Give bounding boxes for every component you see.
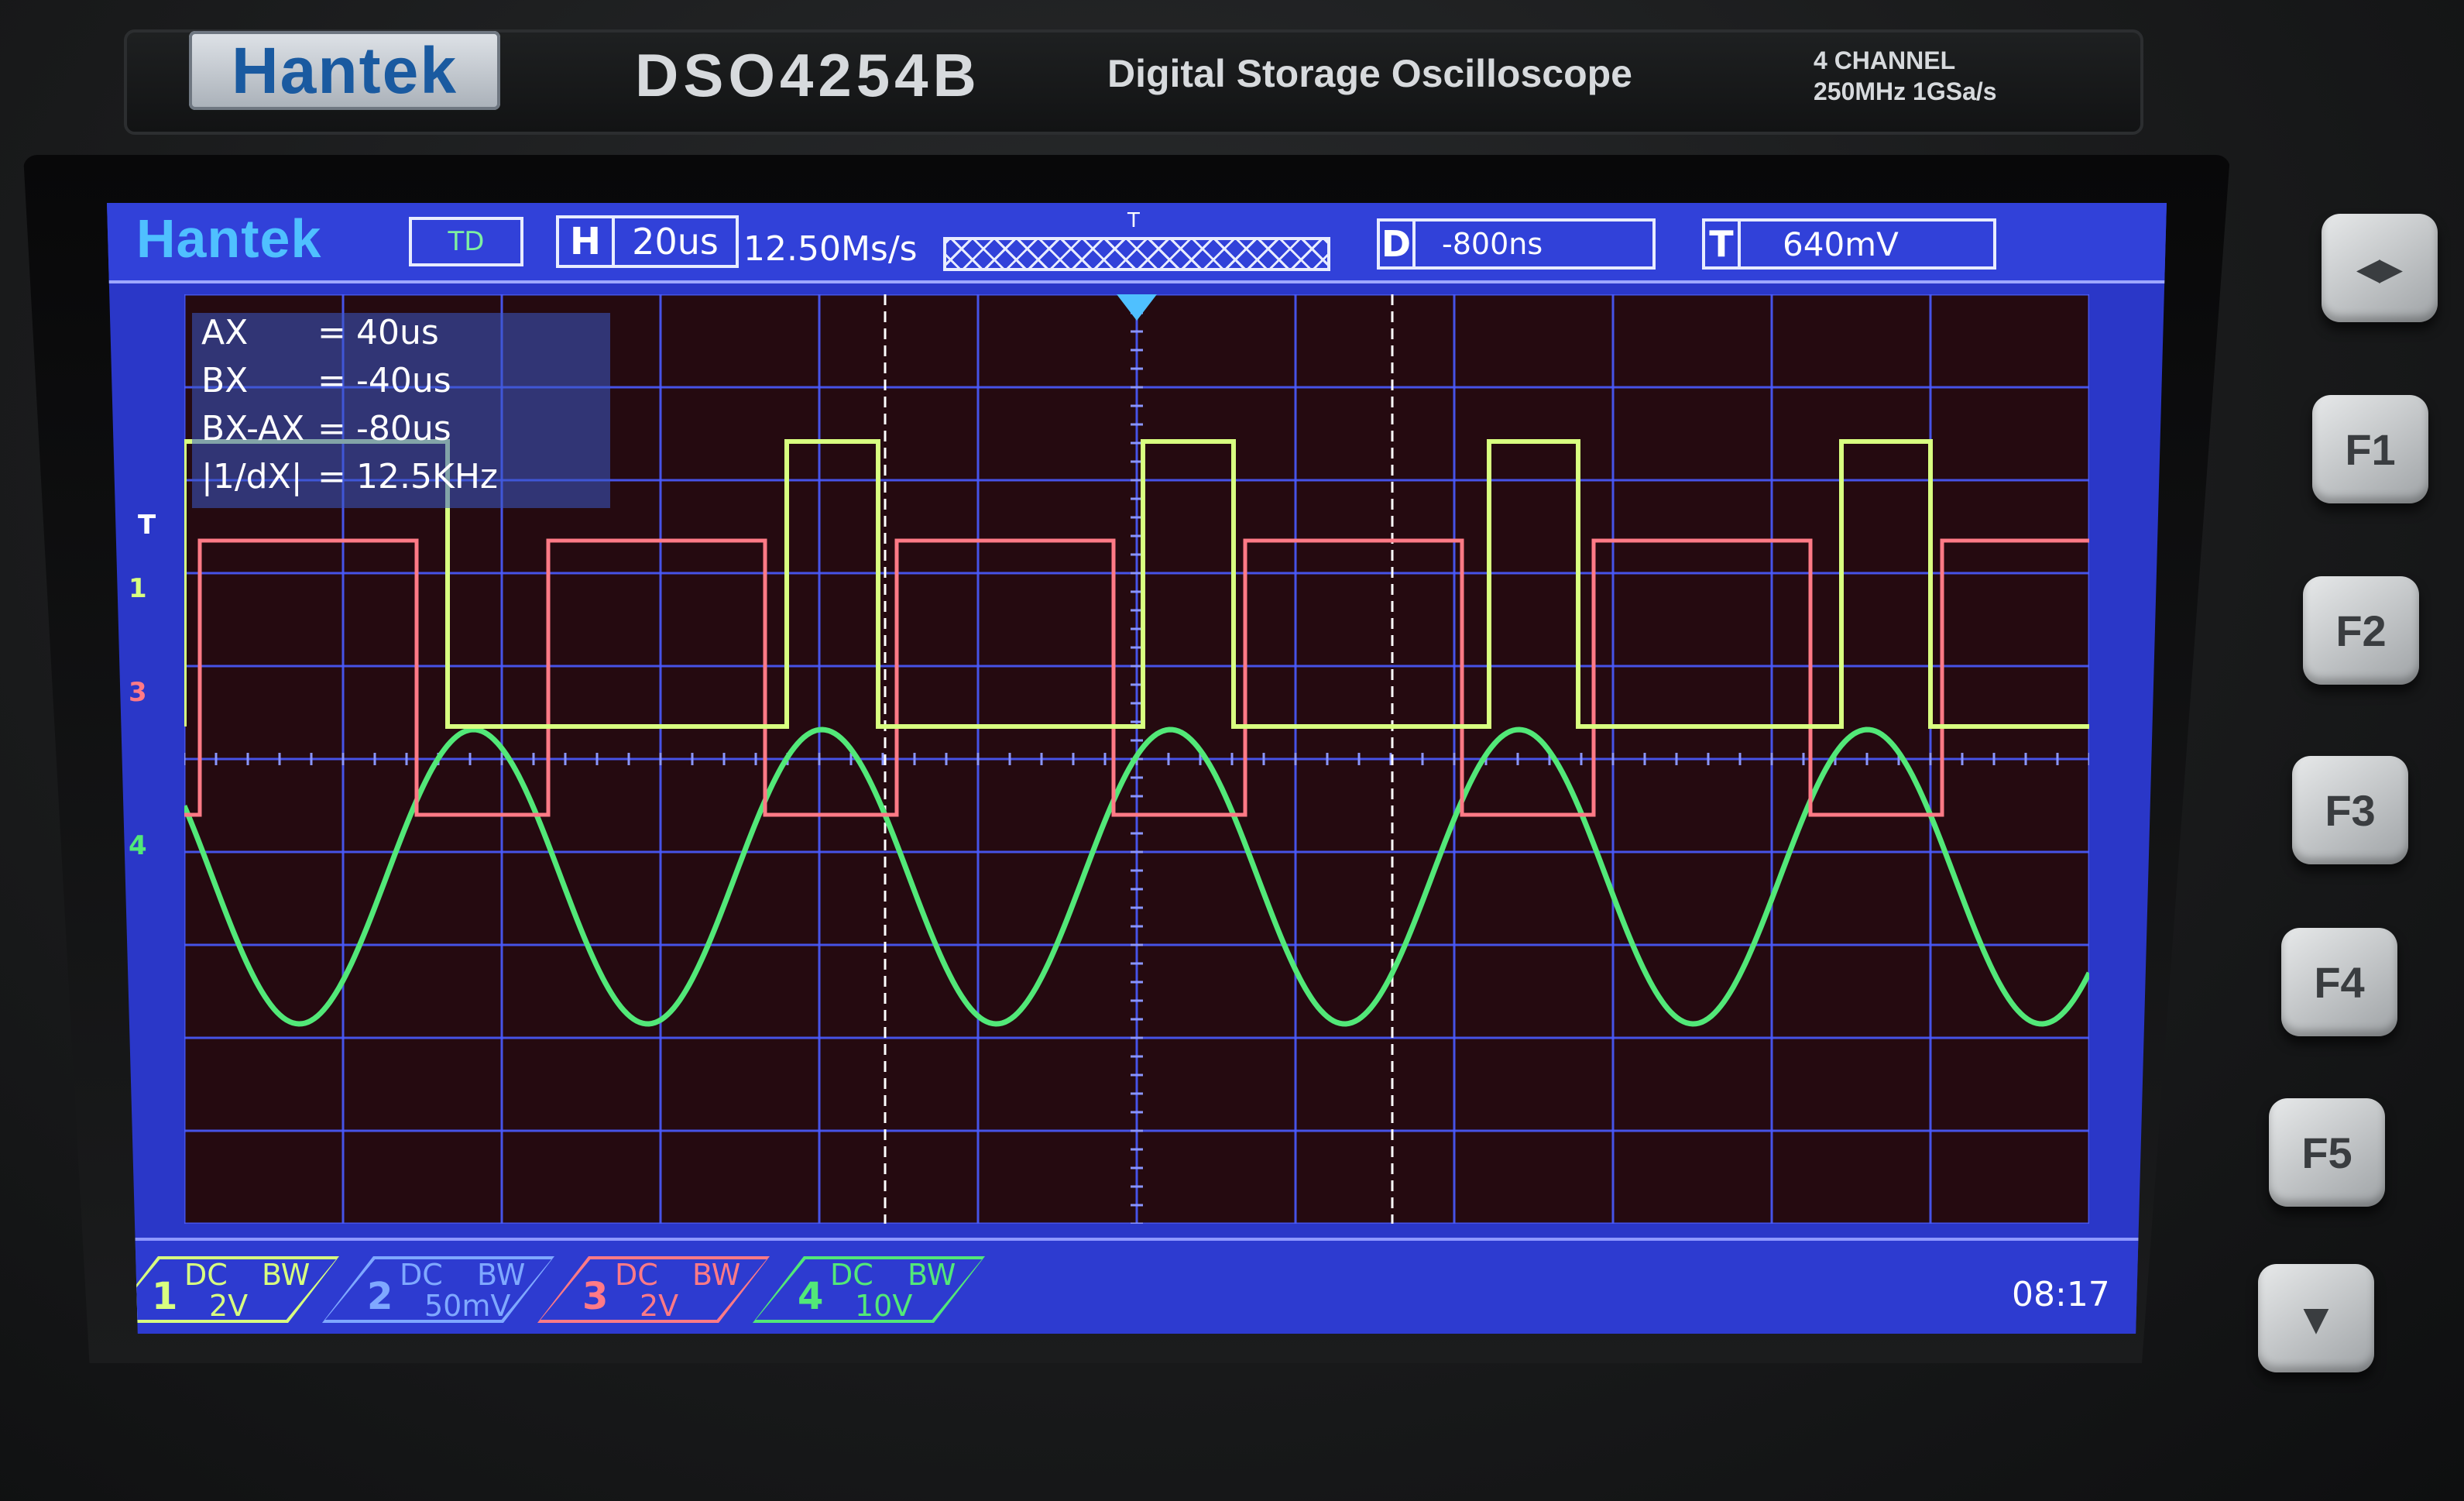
cursor-row-delta: BX-AX = -80us <box>201 409 451 448</box>
delay-label: D <box>1377 218 1416 270</box>
ch1-info-tab[interactable]: 1 DC BW 2V <box>107 1256 339 1323</box>
trigger-level-marker[interactable]: T <box>138 510 156 541</box>
ch-coupling: DC <box>615 1258 658 1292</box>
f2-button[interactable]: F2 <box>2303 576 2419 685</box>
cursor-row-freq: |1/dX| = 12.5KHz <box>201 457 498 496</box>
cursor-row-ax: AX = 40us <box>201 313 439 352</box>
ch-number: 1 <box>152 1275 178 1318</box>
channel-info-bar: 1 DC BW 2V 2 DC BW 50mV 3 DC BW 2V 4 DC … <box>107 1238 2167 1334</box>
trigger-position-marker <box>1117 294 1157 321</box>
ch-bandwidth-limit: BW <box>477 1258 526 1292</box>
ch-bandwidth-limit: BW <box>262 1258 311 1292</box>
brand-logo: Hantek <box>189 31 500 110</box>
f4-button[interactable]: F4 <box>2281 928 2397 1036</box>
cursor-key: AX <box>201 313 249 352</box>
ch-number: 2 <box>367 1275 393 1318</box>
ch4-info-tab[interactable]: 4 DC BW 10V <box>753 1256 985 1323</box>
trigger-position-pointer: T <box>1127 209 1140 232</box>
cursor-eq: = <box>317 409 346 448</box>
timebase-value: 20us <box>615 215 739 268</box>
delay-value: -800ns <box>1416 218 1656 270</box>
horizontal-label: H <box>556 215 615 268</box>
ch2-info-tab[interactable]: 2 DC BW 50mV <box>322 1256 554 1323</box>
trigger-position-map <box>943 237 1330 271</box>
cursor-value: 12.5KHz <box>356 457 499 496</box>
lcd-screen: Hantek TD H 20us 12.50Ms/s T D -800ns T … <box>107 203 2167 1334</box>
status-bar: Hantek TD H 20us 12.50Ms/s T D -800ns T … <box>107 203 2167 283</box>
cursor-measure-panel: AX = 40us BX = -40us BX-AX = -80us |1/dX| = 12.5… <box>192 313 610 508</box>
cursor-key: |1/dX| <box>201 457 303 496</box>
f3-button[interactable]: F3 <box>2292 756 2408 864</box>
cursor-value: -80us <box>356 409 451 448</box>
ch-volts-per-div: 2V <box>209 1289 249 1323</box>
ch-volts-per-div: 50mV <box>424 1289 511 1323</box>
device-subtitle: Digital Storage Oscilloscope <box>1107 52 1632 95</box>
spec-bandwidth: 250MHz 1GSa/s <box>1814 77 1997 105</box>
cursor-eq: = <box>317 313 346 352</box>
ch4-ground-marker[interactable]: 4 <box>129 830 147 861</box>
model-name: DSO4254B <box>635 41 981 109</box>
menu-toggle-button[interactable]: ◂▸ <box>2322 214 2438 322</box>
ch-coupling: DC <box>184 1258 228 1292</box>
spec-channels: 4 CHANNEL <box>1814 46 1956 74</box>
ch3-info-tab[interactable]: 3 DC BW 2V <box>537 1256 770 1323</box>
screen-logo: Hantek <box>136 208 322 269</box>
ch-bandwidth-limit: BW <box>692 1258 741 1292</box>
f5-button[interactable]: F5 <box>2269 1098 2385 1207</box>
ch1-ground-marker[interactable]: 1 <box>129 573 147 604</box>
ch-coupling: DC <box>400 1258 443 1292</box>
trigger-level-value: 640mV <box>1741 218 1996 270</box>
cursor-key: BX <box>201 361 249 400</box>
menu-down-button[interactable]: ▼ <box>2258 1264 2374 1372</box>
sample-rate: 12.50Ms/s <box>743 229 918 269</box>
trigger-label: T <box>1702 218 1741 270</box>
ch-volts-per-div: 2V <box>640 1289 679 1323</box>
cursor-value: -40us <box>356 361 451 400</box>
acquire-mode-badge: TD <box>409 217 523 266</box>
cursor-key: BX-AX <box>201 409 305 448</box>
cursor-value: 40us <box>356 313 439 352</box>
ch-coupling: DC <box>830 1258 873 1292</box>
clock-time: 08:17 <box>2012 1275 2110 1314</box>
ch-volts-per-div: 10V <box>855 1289 913 1323</box>
cursor-eq: = <box>317 361 346 400</box>
cursor-eq: = <box>317 457 346 496</box>
ch-number: 4 <box>798 1275 824 1318</box>
cursor-row-bx: BX = -40us <box>201 361 451 400</box>
ch3-ground-marker[interactable]: 3 <box>129 677 147 708</box>
f1-button[interactable]: F1 <box>2312 395 2428 503</box>
ch-number: 3 <box>582 1275 609 1318</box>
ch-bandwidth-limit: BW <box>908 1258 956 1292</box>
